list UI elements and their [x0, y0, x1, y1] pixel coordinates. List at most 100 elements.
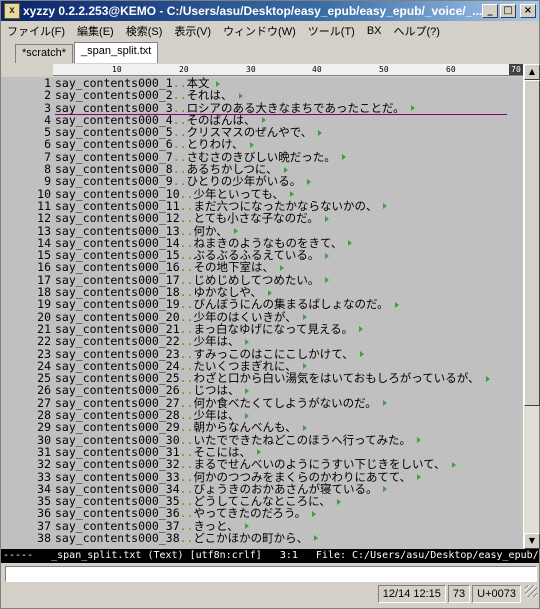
eol-marker-icon	[348, 240, 353, 247]
xyzzy-window: x xyzzy 0.2.2.253@KEMO - C:/Users/asu/De…	[0, 0, 540, 609]
title-bar[interactable]: x xyzzy 0.2.2.253@KEMO - C:/Users/asu/De…	[1, 1, 539, 21]
line-number: 12	[37, 211, 51, 226]
eol-marker-icon	[279, 264, 284, 271]
eol-marker-icon	[325, 277, 330, 284]
status-char-code: U+0073	[472, 585, 521, 603]
eol-marker-icon	[302, 314, 307, 321]
scroll-down-arrow-icon[interactable]: ▼	[524, 533, 540, 549]
editor-line[interactable]: 38 say_contents000_38..どこかほかの町から、	[1, 532, 523, 544]
menu-tools[interactable]: ツール(T)	[302, 23, 361, 39]
mode-line: ----- _span_split.txt (Text) [utf8n:crlf…	[1, 549, 539, 563]
tab-marker: ..	[179, 530, 194, 545]
eol-marker-icon	[233, 228, 238, 235]
eol-marker-icon	[485, 375, 490, 382]
eol-marker-icon	[215, 80, 220, 87]
scroll-up-arrow-icon[interactable]: ▲	[524, 64, 540, 80]
resize-grip-icon[interactable]	[525, 585, 537, 597]
eol-marker-icon	[245, 412, 250, 419]
ruler-mark-50: 50	[379, 65, 389, 74]
line-key: say_contents000_38	[55, 530, 180, 545]
eol-marker-icon	[417, 437, 422, 444]
window-title: xyzzy 0.2.2.253@KEMO - C:/Users/asu/Desk…	[23, 4, 482, 18]
line-number: 19	[37, 297, 51, 312]
eol-marker-icon	[318, 129, 323, 136]
menu-file[interactable]: ファイル(F)	[1, 23, 71, 39]
eol-marker-icon	[249, 141, 254, 148]
line-number: 6	[44, 137, 51, 152]
modeline-buffer: _span_split.txt (Text) [utf8n:crlf]	[51, 550, 262, 561]
eol-marker-icon	[261, 117, 266, 124]
tab-scratch[interactable]: *scratch*	[15, 44, 74, 63]
line-number: 26	[37, 383, 51, 398]
ruler-mark-40: 40	[312, 65, 322, 74]
eol-marker-icon	[383, 486, 388, 493]
line-number: 38	[37, 530, 51, 545]
menu-bx[interactable]: BX	[361, 25, 388, 37]
eol-marker-icon	[341, 154, 346, 161]
eol-marker-icon	[382, 400, 387, 407]
line-number: 13	[37, 223, 51, 238]
eol-marker-icon	[324, 215, 329, 222]
status-bar: 12/14 12:15 73 U+0073	[1, 583, 539, 605]
ruler-corner	[1, 64, 53, 76]
line-content: どこかほかの町から、	[193, 530, 309, 545]
line-number: 22	[37, 334, 51, 349]
eol-marker-icon	[302, 424, 307, 431]
buffer-tab-bar: *scratch* _span_split.txt	[1, 41, 539, 63]
minimize-button[interactable]: _	[482, 4, 498, 18]
line-number: 9	[44, 174, 51, 189]
eol-marker-icon	[451, 461, 456, 468]
eol-marker-icon	[314, 535, 319, 542]
line-number: 23	[37, 346, 51, 361]
eol-marker-icon	[394, 301, 399, 308]
menu-window[interactable]: ウィンドウ(W)	[217, 23, 302, 39]
eol-marker-icon	[417, 474, 422, 480]
tab-span-split[interactable]: _span_split.txt	[74, 42, 159, 63]
menu-edit[interactable]: 編集(E)	[71, 23, 120, 39]
eol-marker-icon	[383, 203, 388, 210]
ruler-mark-60: 60	[446, 65, 456, 74]
line-number: 32	[37, 457, 51, 472]
eol-marker-icon	[283, 166, 288, 173]
eol-marker-icon	[307, 178, 312, 185]
close-button[interactable]: ×	[520, 4, 536, 18]
menu-bar: ファイル(F) 編集(E) 検索(S) 表示(V) ウィンドウ(W) ツール(T…	[1, 21, 539, 40]
modeline-position: 3:1	[279, 550, 298, 561]
line-number: 36	[37, 506, 51, 521]
eol-marker-icon	[256, 449, 261, 456]
scroll-thumb[interactable]	[524, 80, 540, 406]
eol-marker-icon	[312, 510, 317, 517]
eol-marker-icon	[245, 387, 250, 394]
modeline-prefix: -----	[3, 550, 34, 561]
menu-help[interactable]: ヘルプ(?)	[388, 23, 446, 39]
modeline-file: File: C:/Users/asu/Desktop/easy_epub/eas…	[315, 550, 539, 561]
eol-marker-icon	[410, 105, 415, 112]
column-ruler: 10 20 30 40 50 60 70	[53, 64, 523, 76]
line-text: say_contents000_38..どこかほかの町から、	[55, 530, 319, 545]
xyzzy-app-icon[interactable]: x	[4, 3, 20, 19]
ruler-mark-20: 20	[179, 65, 189, 74]
menu-view[interactable]: 表示(V)	[168, 23, 217, 39]
eol-marker-icon	[302, 363, 307, 370]
eol-marker-icon	[244, 523, 249, 530]
eol-marker-icon	[336, 498, 341, 505]
line-number: 29	[37, 420, 51, 435]
menu-search[interactable]: 検索(S)	[120, 23, 169, 39]
ruler-current-column: 70	[509, 64, 523, 75]
eol-marker-icon	[238, 92, 243, 99]
line-number: 16	[37, 260, 51, 275]
minibuffer-input[interactable]	[5, 566, 537, 582]
vertical-scrollbar[interactable]: ▲ ▼	[523, 64, 540, 549]
ruler-mark-30: 30	[246, 65, 256, 74]
editor-pane[interactable]: 1 say_contents000_1..本文 2 say_contents000_2…	[1, 77, 523, 549]
eol-marker-icon	[325, 252, 330, 259]
cursor-underline	[55, 114, 507, 115]
eol-marker-icon	[359, 326, 364, 333]
eol-marker-icon	[268, 289, 273, 296]
line-number: 33	[37, 469, 51, 484]
eol-marker-icon	[290, 191, 294, 198]
maximize-button[interactable]: □	[500, 4, 516, 18]
status-datetime: 12/14 12:15	[377, 585, 446, 603]
status-column: 73	[447, 585, 471, 603]
eol-marker-icon	[245, 338, 250, 345]
